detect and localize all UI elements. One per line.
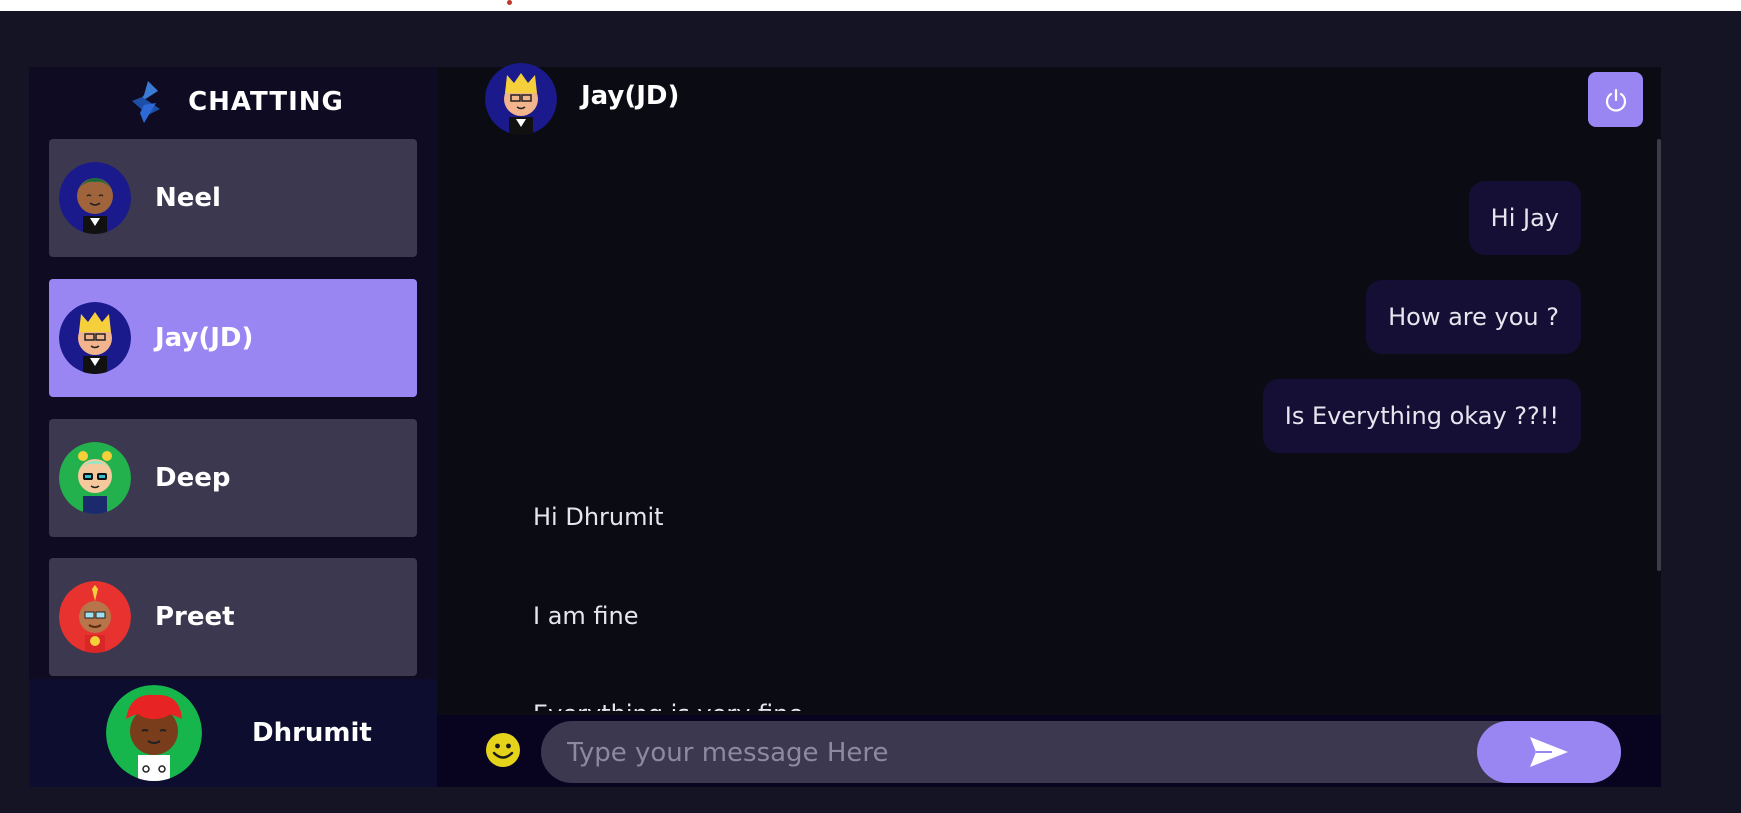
brand-title: CHATTING: [188, 87, 344, 117]
power-icon: [1605, 88, 1626, 112]
message-list[interactable]: Hi Jay How are you ? Is Everything okay …: [437, 139, 1657, 711]
brand-header: CHATTING: [29, 67, 437, 137]
chat-app: CHATTING Neel Jay(JD) Deep Preet Dhrumit…: [29, 63, 1661, 787]
message-received: Hi Dhrumit: [533, 503, 664, 531]
avatar-neel: [59, 162, 131, 234]
message-input[interactable]: [565, 721, 1449, 785]
chat-header-name: Jay(JD): [581, 81, 680, 111]
contact-name: Jay(JD): [155, 323, 254, 353]
message-sent: Hi Jay: [1468, 181, 1581, 255]
message-sent: How are you ?: [1366, 280, 1581, 354]
chat-header: Jay(JD): [437, 63, 1661, 139]
current-user-panel: Dhrumit: [29, 679, 437, 787]
current-user-name: Dhrumit: [252, 718, 372, 748]
contacts-sidebar: CHATTING Neel Jay(JD) Deep Preet Dhrumit: [29, 67, 437, 787]
contact-deep[interactable]: Deep: [49, 419, 417, 537]
message-scrollbar[interactable]: [1657, 139, 1661, 571]
message-received: Everything is very fine: [533, 694, 803, 711]
message-received: I am fine: [533, 602, 639, 630]
contact-neel[interactable]: Neel: [49, 139, 417, 257]
message-sent: Is Everything okay ??!!: [1262, 379, 1581, 453]
logo-icon: [132, 81, 161, 123]
send-button[interactable]: [1477, 721, 1621, 783]
contact-jay[interactable]: Jay(JD): [49, 279, 417, 397]
smiley-icon[interactable]: [485, 732, 521, 768]
message-input-wrapper: [541, 721, 1621, 785]
contact-name: Preet: [155, 602, 235, 632]
contact-preet[interactable]: Preet: [49, 558, 417, 676]
send-arrow-icon: [1530, 737, 1568, 767]
avatar-preet: [59, 581, 131, 653]
avatar-deep: [59, 442, 131, 514]
avatar-jay: [59, 302, 131, 374]
avatar-current-user: [106, 685, 202, 781]
contact-name: Neel: [155, 183, 221, 213]
message-input-bar: [437, 715, 1661, 787]
red-dot-marker: [507, 0, 512, 5]
logout-button[interactable]: [1588, 72, 1643, 127]
browser-top-strip: [0, 0, 1741, 11]
contact-name: Deep: [155, 463, 231, 493]
chat-header-avatar: [485, 63, 557, 135]
chat-panel: Jay(JD) Hi Jay How are you ? Is Everythi…: [437, 63, 1661, 787]
